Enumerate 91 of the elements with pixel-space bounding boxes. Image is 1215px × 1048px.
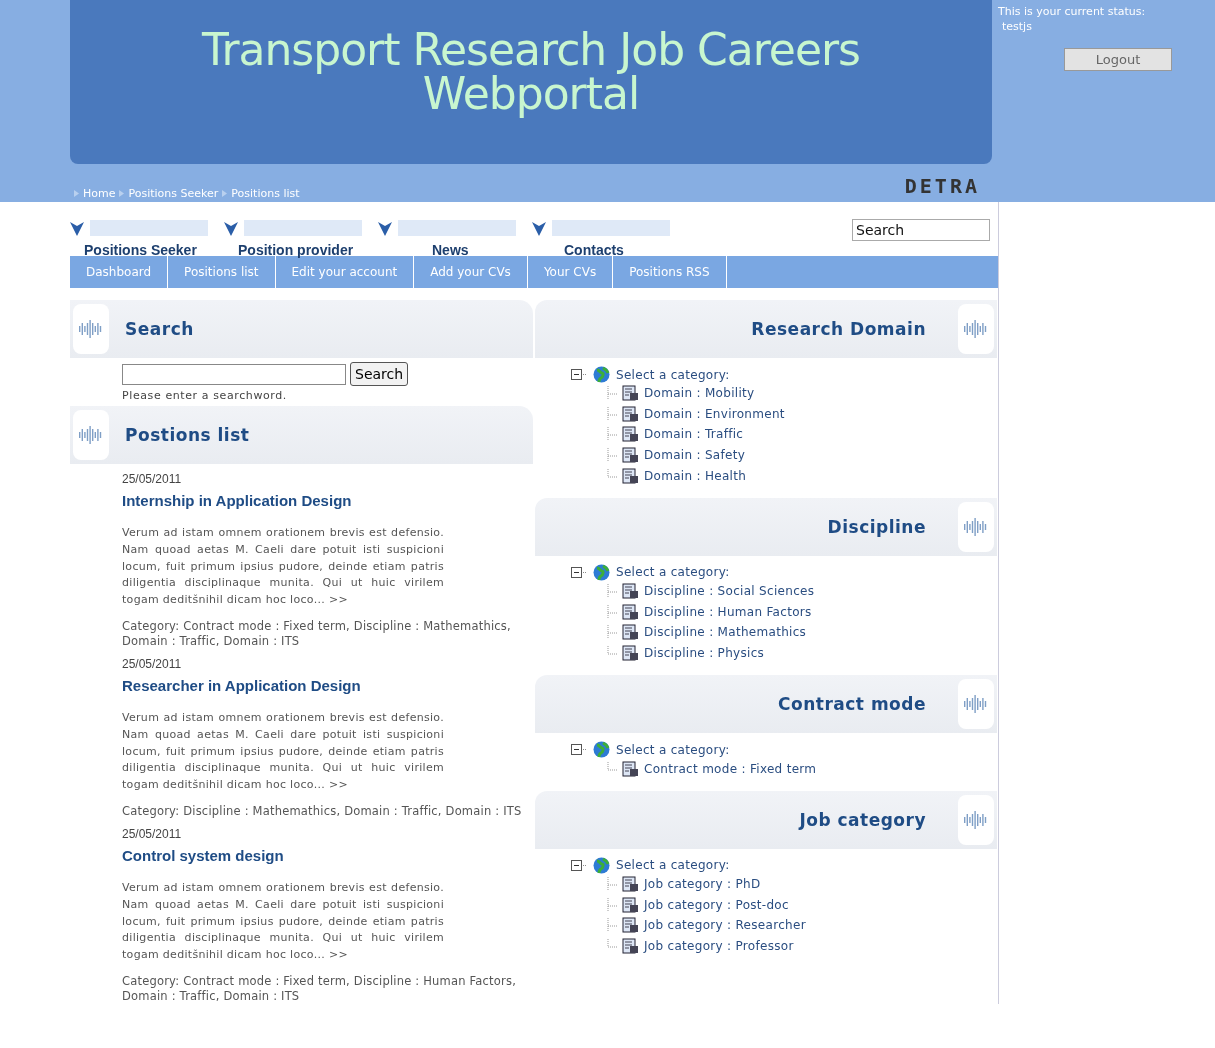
read-more-link[interactable]: >> [328,593,348,607]
document-icon [622,896,639,913]
logo: DETRA [904,174,980,200]
tree-connector [607,604,617,619]
document-icon [622,624,639,641]
tree-root-label: Select a category: [616,367,730,382]
search-field[interactable]: Search [852,219,990,241]
globe-icon [593,563,610,581]
document-icon [622,467,639,484]
category-link[interactable]: Discipline : Physics [644,646,765,661]
panel-title: Postions list [125,425,250,445]
tree-root-label: Select a category: [616,565,730,580]
breadcrumb-arrow-icon [222,190,228,197]
search-button[interactable]: Search [350,362,409,386]
search-hint: Please enter a searchword. [122,389,288,402]
tree-root-label: Select a category: [616,742,730,757]
globe-icon [593,366,610,383]
panel-title: Contract mode [778,694,926,715]
document-icon [622,938,639,954]
panel-title: Search [125,319,194,339]
position-date: 25/05/2011 [122,472,183,486]
category-link[interactable]: Job category : Researcher [644,918,806,933]
category-link[interactable]: Job category : Professor [644,939,794,953]
document-icon [622,645,639,662]
tree-connector [607,584,617,599]
tree-connector [607,625,617,640]
position-summary: Verum ad istam omnem orationem brevis est defensio. Nam quoad aetas M. Caeli dare potuit isti suspicioni locum, fuit primum ipsius pudore, deinde etiam patris diligentia disciplinaque munita. Qui ut huic virilem togam deditšnihil dicam hoc loco... >> [122,525,444,609]
globe-icon [593,741,610,759]
status-label: This is your current status: [998,4,1147,19]
document-icon [622,447,639,464]
tree-connector [607,877,617,892]
chevron-down-icon [224,220,238,236]
tree-root-label: Select a category: [616,858,730,873]
document-icon [622,760,639,777]
document-icon [622,405,639,422]
globe-icon [593,856,610,874]
category-link[interactable]: Domain : Mobility [644,386,755,401]
document-icon [622,917,639,934]
username: testjs [1001,19,1033,34]
position-category: Category: Contract mode : Fixed term, Discipline : Mathemathics, Domain : Traffic, Domain : ITS [122,619,512,649]
position-date: 25/05/2011 [122,826,183,841]
nav-tab[interactable]: Position provider [224,219,378,258]
tree-connector [607,406,617,421]
site-title: Transport Research Job Careers [201,28,860,72]
category-link[interactable]: Discipline : Social Sciences [644,584,815,599]
read-more-link[interactable]: >> [328,948,348,962]
nav-tab[interactable]: News [378,219,532,258]
minus-box-icon[interactable] [571,859,587,871]
document-icon [622,603,639,620]
position-title-link[interactable]: Control system design [122,846,533,864]
position-category: Category: Discipline : Mathemathics, Domain : Traffic, Domain : ITS [122,803,523,819]
document-icon [622,583,639,600]
breadcrumb-arrow-icon [74,190,79,197]
category-link[interactable]: Domain : Environment [644,406,785,421]
breadcrumb-arrow-icon [119,190,125,197]
category-link[interactable]: Domain : Traffic [644,427,744,442]
minus-box-icon[interactable] [571,369,587,380]
read-more-link[interactable]: >> [328,778,348,792]
category-link[interactable]: Job category : Post-doc [644,897,789,912]
panel-title: Job category [799,809,926,830]
chevron-down-icon [532,220,546,236]
document-icon [622,876,639,893]
logout-button[interactable]: Logout [1064,48,1172,71]
document-icon [622,385,639,402]
tree-connector [607,448,617,463]
panel-title: Research Domain [751,319,926,339]
category-link[interactable]: Domain : Health [644,468,747,483]
minus-box-icon[interactable] [571,566,587,578]
position-title-link[interactable]: Researcher in Application Design [122,677,533,694]
category-link[interactable]: Job category : PhD [644,877,761,892]
document-icon [622,426,639,443]
minus-box-icon[interactable] [571,744,587,756]
search-input[interactable] [122,363,346,385]
category-link[interactable]: Domain : Safety [644,448,746,463]
tree-connector [607,386,617,401]
nav-tab[interactable]: Contacts [532,219,686,258]
chevron-down-icon [70,220,84,236]
position-summary: Verum ad istam omnem orationem brevis est defensio. Nam quoad aetas M. Caeli dare potuit isti suspicioni locum, fuit primum ipsius pudore, deinde etiam patris diligentia disciplinaque munita. Qui ut huic virilem togam deditšnihil dicam hoc loco... >> [122,879,444,964]
position-date: 25/05/2011 [122,657,183,671]
tree-connector [607,918,617,933]
position-title-link[interactable]: Internship in Application Design [122,492,533,509]
chevron-down-icon [378,220,392,236]
position-summary: Verum ad istam omnem orationem brevis est defensio. Nam quoad aetas M. Caeli dare potuit isti suspicioni locum, fuit primum ipsius pudore, deinde etiam patris diligentia disciplinaque munita. Qui ut huic virilem togam deditšnihil dicam hoc loco... >> [122,710,444,794]
category-link[interactable]: Contract mode : Fixed term [644,761,817,776]
nav-tab[interactable]: Positions Seeker [70,219,224,258]
panel-title: Discipline [827,516,926,537]
category-link[interactable]: Discipline : Human Factors [644,604,812,619]
tree-connector [607,427,617,442]
position-category: Category: Contract mode : Fixed term, Discipline : Human Factors, Domain : Traffic, Domain : ITS [122,973,517,1004]
tree-connector [607,897,617,912]
category-link[interactable]: Discipline : Mathemathics [644,625,807,640]
